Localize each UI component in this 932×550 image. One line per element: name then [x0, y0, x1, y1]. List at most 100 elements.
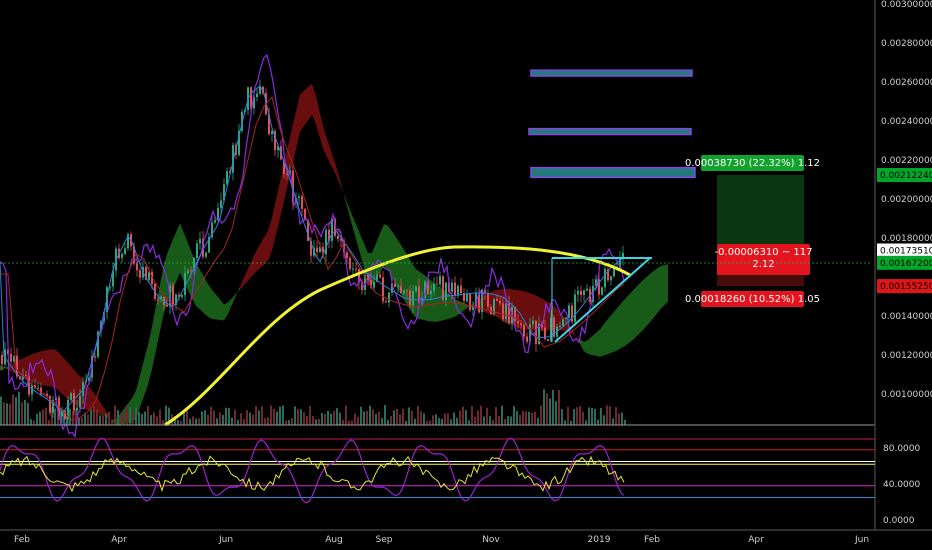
time-tick-label[interactable]: Sep: [376, 535, 393, 545]
cloud-segment: [604, 319, 608, 356]
cloud-segment: [220, 299, 224, 321]
volume-bar: [213, 410, 215, 425]
volume-bar: [591, 408, 593, 425]
time-tick-label[interactable]: Jun: [854, 535, 869, 545]
volume-bar: [366, 410, 368, 425]
candle-body: [346, 252, 348, 258]
time-tick-label[interactable]: 2019: [588, 535, 611, 545]
cloud-segment: [632, 287, 636, 341]
volume-bar: [267, 417, 269, 425]
time-tick-label[interactable]: Feb: [14, 535, 30, 545]
cloud-segment: [276, 181, 280, 235]
resistance-zones[interactable]: [528, 69, 696, 179]
candle-body: [199, 238, 201, 244]
volume-bar: [279, 406, 281, 425]
cloud-segment: [56, 350, 60, 392]
volume-bar: [327, 410, 329, 425]
volume-bar: [549, 398, 551, 425]
candle-body: [79, 395, 81, 408]
candle-body: [205, 252, 207, 257]
cloud-segment: [232, 293, 236, 305]
volume-bar: [444, 413, 446, 425]
cloud-segment: [616, 304, 620, 351]
chart: 0.00038730 (22.32%) 1.12 -0.00006310 ~ 11…: [0, 0, 932, 545]
price-tick-label[interactable]: 0.00280000: [881, 39, 932, 49]
time-tick-label[interactable]: Feb: [644, 535, 660, 545]
rsi-tick-label[interactable]: 0.0000: [883, 516, 915, 526]
stop-label[interactable]: 0.00018260 (10.52%) 1.05: [685, 291, 820, 307]
price-tick-label[interactable]: 0.00200000: [881, 195, 932, 205]
price-tick-label[interactable]: 0.00240000: [881, 117, 932, 127]
cloud-segment: [328, 141, 332, 168]
candle-body: [397, 286, 399, 288]
cloud-segment: [580, 339, 584, 352]
time-tick-label[interactable]: Apr: [111, 535, 127, 545]
cloud-segment: [636, 283, 640, 337]
resistance-zone[interactable]: [528, 127, 692, 136]
candle-body: [490, 306, 492, 315]
volume-bar: [372, 409, 374, 425]
cloud-segment: [608, 314, 612, 355]
cloud-segment: [60, 354, 64, 396]
price-tag: 0.00173510: [877, 243, 932, 258]
resistance-zone[interactable]: [530, 69, 693, 77]
candle-body: [412, 290, 414, 306]
cloud-segment: [352, 214, 356, 240]
volume-bar: [54, 408, 56, 425]
rsi-tick-label[interactable]: 80.0000: [883, 444, 920, 454]
volume-bar: [378, 411, 380, 425]
cloud-segment: [324, 129, 328, 160]
volume-bar: [306, 415, 308, 425]
volume-bar: [288, 420, 290, 425]
price-tick-label[interactable]: 0.00180000: [881, 234, 932, 244]
time-tick-label[interactable]: Aug: [325, 535, 343, 545]
volume-bar: [615, 407, 617, 425]
candle-body: [583, 290, 585, 295]
rsi-axis[interactable]: 80.0000 40.0000 0.0000: [883, 444, 920, 526]
time-tick-label[interactable]: Jun: [218, 535, 233, 545]
volume-bar: [471, 406, 473, 425]
time-axis[interactable]: Feb Apr Jun Aug Sep Nov 2019 Feb Apr Jun: [14, 535, 869, 545]
cloud-segment: [292, 111, 296, 167]
volume-bar: [294, 406, 296, 425]
cloud-segment: [204, 276, 208, 317]
rsi-tick-label[interactable]: 40.0000: [883, 480, 920, 490]
target-label[interactable]: 0.00038730 (22.32%) 1.12: [685, 155, 820, 171]
price-tick-label[interactable]: 0.00300000: [881, 0, 932, 10]
cloud-segment: [36, 351, 40, 385]
volume-bar: [78, 417, 80, 425]
price-tick-label[interactable]: 0.00100000: [881, 390, 932, 400]
volume-bar: [414, 418, 416, 425]
entry-label[interactable]: -0.00006310 ~ 1172.12: [715, 244, 813, 275]
price-tick-label[interactable]: 0.00120000: [881, 351, 932, 361]
volume-bar: [405, 420, 407, 425]
volume-bar: [210, 406, 212, 425]
price-tick-label[interactable]: 0.00220000: [881, 156, 932, 166]
time-tick-label[interactable]: Apr: [748, 535, 764, 545]
price-axis[interactable]: 0.00300000 0.00280000 0.00260000 0.00240000…: [881, 0, 932, 400]
candle-body: [196, 243, 198, 258]
candle-body: [1, 355, 3, 365]
candle-body: [565, 317, 567, 320]
volume-bar: [585, 420, 587, 425]
volume-bar: [453, 412, 455, 425]
volume-bar: [231, 417, 233, 425]
volume-bar: [480, 405, 482, 425]
volume-bar: [141, 413, 143, 425]
volume-bar: [87, 414, 89, 425]
cloud-segment: [200, 269, 204, 314]
position-tool[interactable]: 0.00038730 (22.32%) 1.12 -0.00006310 ~ 11…: [685, 155, 820, 307]
candle-body: [400, 286, 402, 294]
volume-bar: [90, 410, 92, 425]
volume-bar: [462, 406, 464, 425]
resistance-zone[interactable]: [530, 166, 696, 179]
candle-body: [445, 282, 447, 300]
cloud-segment: [584, 339, 588, 355]
candle-body: [457, 285, 459, 296]
volume-bar: [336, 408, 338, 425]
price-tick-label[interactable]: 0.00260000: [881, 78, 932, 88]
price-tick-label[interactable]: 0.00140000: [881, 312, 932, 322]
volume-bar: [9, 403, 11, 425]
volume-bar: [147, 406, 149, 425]
time-tick-label[interactable]: Nov: [482, 535, 500, 545]
